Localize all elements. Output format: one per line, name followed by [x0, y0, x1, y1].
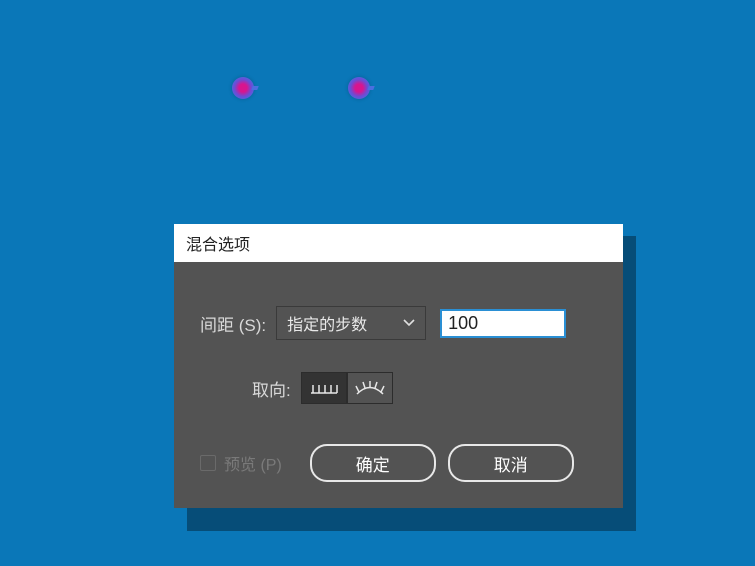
orient-align-path-button[interactable] — [347, 372, 393, 404]
spacing-row: 间距 (S): 指定的步数 — [200, 306, 597, 340]
orient-align-page-button[interactable] — [301, 372, 347, 404]
spacing-mode-value: 指定的步数 — [287, 311, 367, 335]
orient-page-icon — [309, 379, 339, 397]
dialog-title: 混合选项 — [174, 224, 623, 262]
dialog-body: 间距 (S): 指定的步数 取向: — [174, 262, 623, 508]
preview-label: 预览 (P) — [224, 451, 282, 475]
blend-object-2[interactable] — [348, 77, 370, 99]
orientation-row: 取向: — [252, 372, 597, 404]
ok-button[interactable]: 确定 — [310, 444, 436, 482]
spacing-label: 间距 (S): — [200, 311, 266, 336]
dialog-footer: 预览 (P) 确定 取消 — [200, 444, 597, 482]
orientation-label: 取向: — [252, 376, 291, 401]
orient-path-icon — [355, 379, 385, 397]
orientation-buttons — [301, 372, 393, 404]
chevron-down-icon — [403, 314, 415, 332]
ok-button-label: 确定 — [356, 451, 390, 476]
spacing-mode-select[interactable]: 指定的步数 — [276, 306, 426, 340]
spacing-steps-input[interactable] — [440, 309, 566, 338]
preview-checkbox[interactable]: 预览 (P) — [200, 451, 282, 475]
blend-object-1[interactable] — [232, 77, 254, 99]
blend-options-dialog: 混合选项 间距 (S): 指定的步数 取向: — [174, 224, 623, 508]
checkbox-box-icon — [200, 455, 216, 471]
cancel-button[interactable]: 取消 — [448, 444, 574, 482]
cancel-button-label: 取消 — [494, 451, 528, 476]
